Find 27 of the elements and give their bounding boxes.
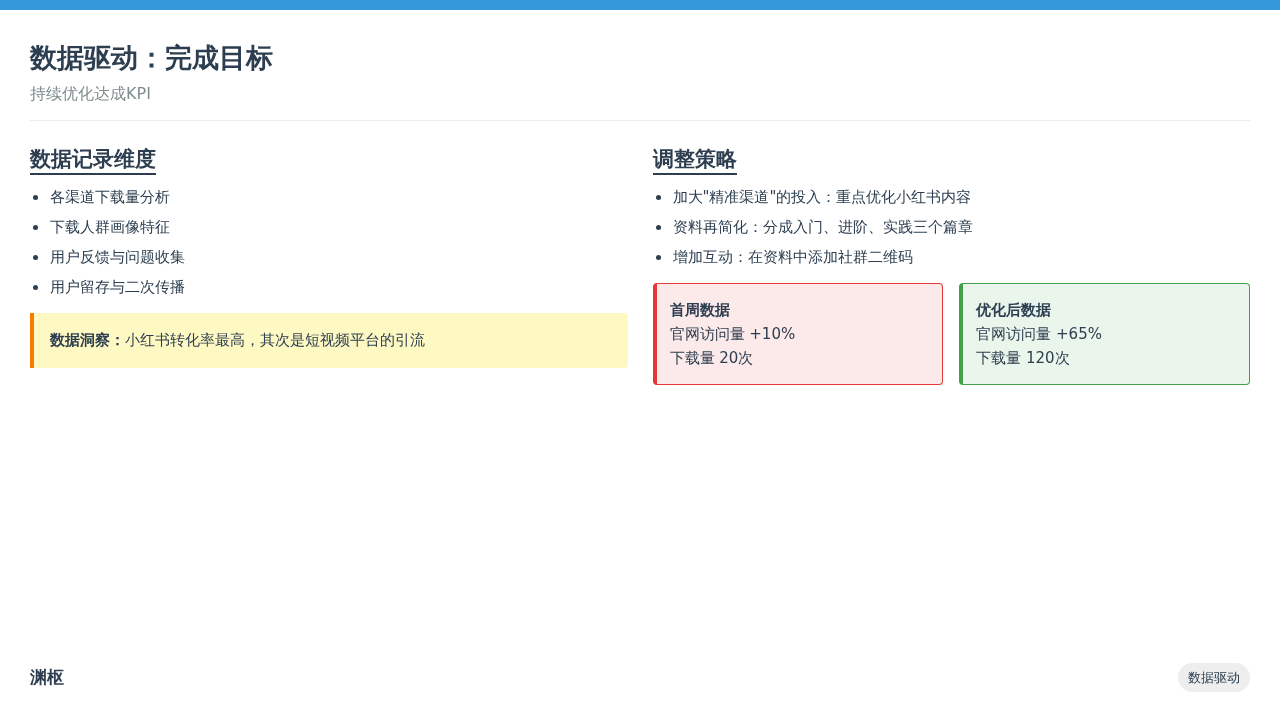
list-item: 各渠道下载量分析 [50,187,170,207]
bullet-icon [655,224,661,230]
bullet-icon [33,194,38,200]
section-heading: 调整策略 [652,145,737,175]
card-stat: 官网访问量 +10% [669,324,797,345]
card-title: 优化后数据 [976,300,1053,321]
card-stat: 官网访问量 +65% [976,324,1103,345]
list-item: 增加互动：在资料中添加社群二维码 [672,247,913,267]
list-item: 用户留存与二次传播 [50,277,185,297]
bullet-icon [33,254,38,260]
list-item: 用户反馈与问题收集 [50,247,185,267]
bullet-icon [655,254,661,260]
topic-tag: 数据驱动 [1178,662,1250,692]
section-heading: 数据记录维度 [30,145,156,175]
bullet-icon [655,194,661,200]
page-title: 数据驱动：完成目标 [30,41,274,75]
brand-name: 渊枢 [30,665,64,689]
list-item: 下载人群画像特征 [50,217,170,237]
insight-callout: 数据洞察：小红书转化率最高，其次是短视频平台的引流 [30,313,628,368]
card-title: 首周数据 [669,300,731,321]
card-stat: 下载量 20次 [669,348,755,369]
page-subtitle: 持续优化达成KPI [30,83,152,105]
bullet-icon [33,284,38,290]
list-item: 加大"精准渠道"的投入：重点优化小红书内容 [672,187,972,207]
list-item: 资料再简化：分成入门、进阶、实践三个篇章 [672,217,973,237]
bullet-icon [33,224,38,230]
card-stat: 下载量 120次 [976,348,1071,369]
